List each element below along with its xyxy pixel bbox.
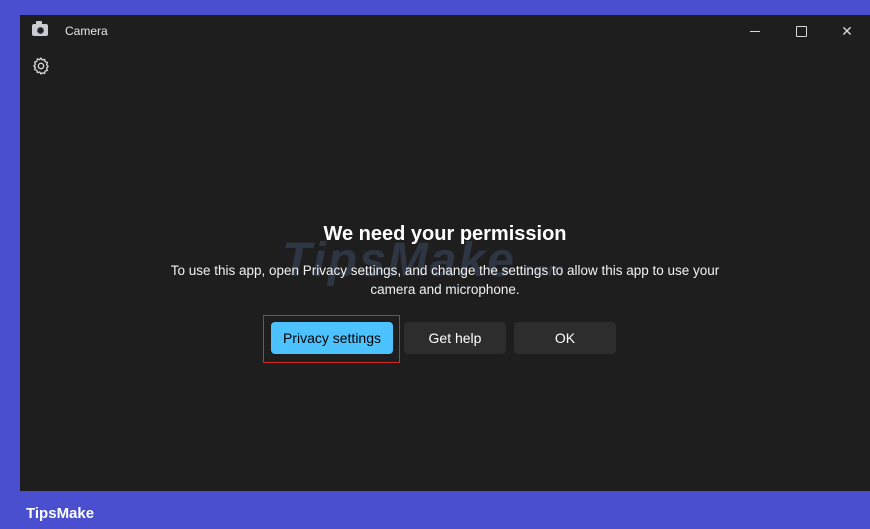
camera-window: Camera ✕ TipsMake.com We need your permi… [20,15,870,491]
privacy-settings-button[interactable]: Privacy settings [271,322,393,354]
gear-icon [32,57,49,75]
close-icon: ✕ [841,22,853,39]
maximize-button[interactable] [778,15,824,47]
get-help-button[interactable]: Get help [404,322,506,354]
settings-button[interactable] [31,56,51,76]
minimize-icon [750,30,760,32]
permission-message: To use this app, open Privacy settings, … [170,263,720,297]
minimize-button[interactable] [732,15,778,47]
footer-brand: TipsMake [26,505,95,522]
ok-button[interactable]: OK [514,322,616,354]
close-button[interactable]: ✕ [824,15,870,47]
permission-title: We need your permission [323,223,567,245]
title-bar: Camera ✕ [20,15,870,51]
maximize-icon [795,25,807,37]
app-title: Camera [65,24,108,38]
camera-icon [32,21,48,36]
footer-bar: TipsMake [0,491,870,529]
